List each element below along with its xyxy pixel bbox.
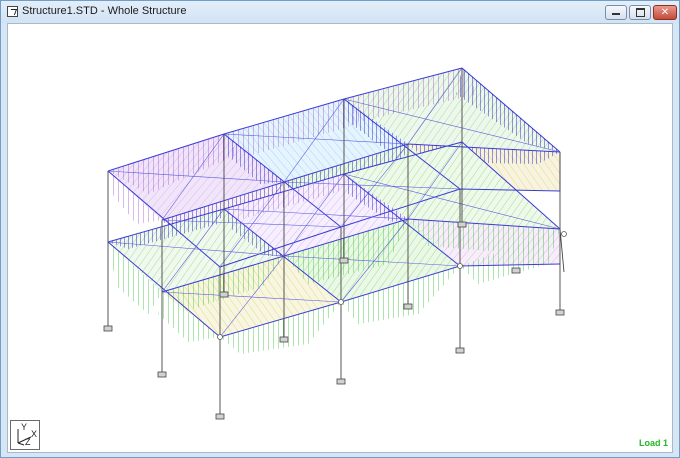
load-case-label: Load 1	[638, 438, 668, 448]
title-bar[interactable]: Structure1.STD - Whole Structure ✕	[1, 1, 679, 23]
structure-drawing	[103, 67, 567, 420]
document-icon	[7, 6, 18, 17]
structure-window: Structure1.STD - Whole Structure ✕ Y X Z…	[0, 0, 680, 458]
axis-triad-icon	[17, 429, 32, 446]
minimize-button[interactable]	[605, 5, 627, 20]
maximize-button[interactable]	[629, 5, 651, 20]
maximize-icon	[635, 8, 645, 17]
close-button[interactable]: ✕	[653, 5, 677, 20]
structure-viewport[interactable]: Y X Z Load 1	[7, 23, 673, 453]
minimize-icon	[612, 13, 620, 15]
window-title: Structure1.STD - Whole Structure	[22, 5, 187, 17]
axis-indicator: Y X Z	[10, 420, 40, 450]
